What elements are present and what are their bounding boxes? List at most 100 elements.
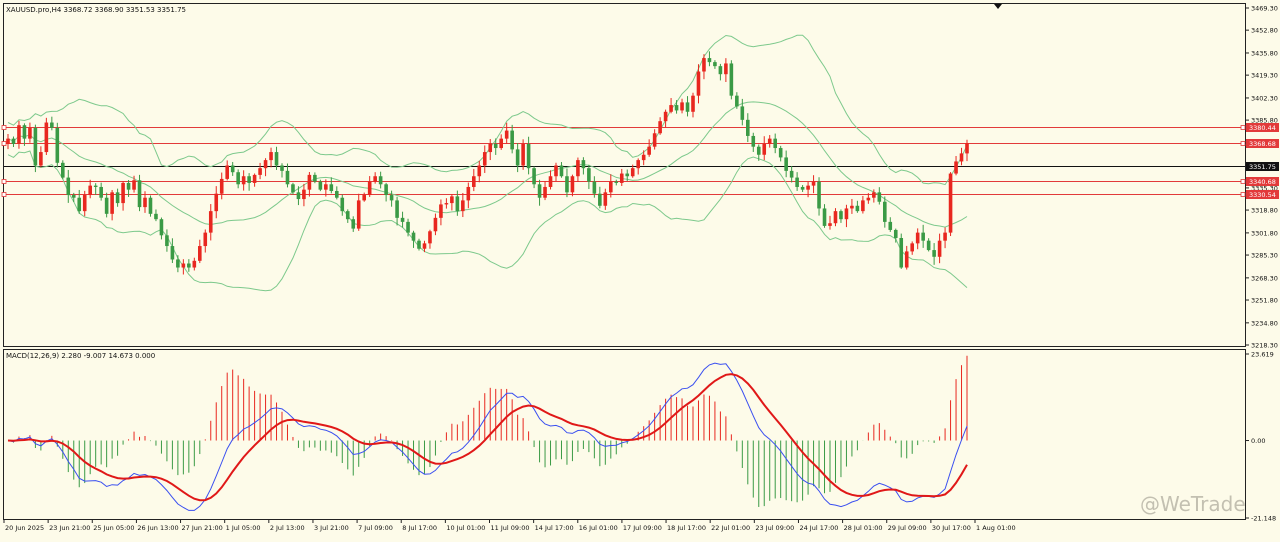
candle	[137, 174, 142, 212]
hline-anchor-0	[1, 125, 7, 130]
candle-body	[543, 186, 547, 198]
candle-body	[417, 240, 421, 249]
time-tick-label: 25 Jun 05:00	[93, 524, 134, 532]
hline-anchor-right-3	[1240, 179, 1246, 184]
candle-body	[252, 174, 257, 183]
candle-body	[910, 243, 914, 252]
price-tick-label: 3435.80	[1251, 49, 1278, 57]
candle-body	[866, 197, 871, 201]
candle-body	[389, 195, 394, 201]
price-tick-label: 3402.30	[1251, 94, 1278, 102]
candle-body	[641, 154, 646, 161]
price-tick-label: 3234.80	[1251, 319, 1278, 327]
candle-body	[395, 200, 399, 218]
candle	[148, 195, 153, 217]
time-tick-label: 26 Jun 13:00	[137, 524, 178, 532]
candle-body	[850, 205, 854, 209]
candle	[44, 117, 49, 155]
candle-body	[559, 165, 564, 177]
candle-body	[521, 144, 525, 166]
time-tick-label: 24 Jul 17:00	[799, 524, 838, 532]
candle-body	[28, 127, 32, 139]
candle-body	[384, 184, 388, 196]
candle-body	[472, 176, 476, 187]
price-tick-label: 3452.80	[1251, 27, 1278, 35]
candle-body	[707, 58, 712, 63]
candle-body	[335, 191, 339, 198]
time-tick-label: 11 Jul 09:00	[491, 524, 530, 532]
candle-body	[735, 95, 739, 107]
candle-body	[493, 144, 498, 149]
symbol-info-label: XAUUSD.pro,H4 3368.72 3368.90 3351.53 33…	[6, 6, 186, 14]
candle-body	[696, 71, 701, 96]
candle-body	[93, 185, 98, 187]
candle-body	[71, 195, 76, 198]
candle-body	[778, 148, 783, 158]
price-tick-label: 3318.80	[1251, 207, 1278, 215]
candle-body	[154, 213, 158, 220]
time-tick-label: 7 Jul 09:00	[358, 524, 393, 532]
candle-body	[899, 237, 904, 268]
candle-body	[313, 174, 317, 182]
candle-body	[932, 250, 936, 257]
candle-body	[795, 177, 799, 187]
time-tick-label: 10 Jul 01:00	[446, 524, 485, 532]
candle-body	[44, 122, 49, 153]
candle-body	[587, 168, 591, 182]
chart-window[interactable]: 3469.30 3452.80 3435.80 3419.30 3402.30 3385.…	[0, 0, 1280, 537]
candle-body	[614, 181, 619, 183]
candle-body	[241, 176, 246, 185]
candle-body	[762, 144, 767, 155]
time-tick-label: 20 Jun 2025	[5, 524, 44, 532]
time-tick-label: 1 Jul 05:00	[226, 524, 261, 532]
candle	[729, 60, 734, 100]
time-tick-label: 8 Jul 17:00	[402, 524, 437, 532]
chart-background	[0, 0, 1280, 537]
candle-body	[609, 181, 613, 193]
chart-svg[interactable]: 3469.303452.803435.803419.303402.303385.…	[0, 0, 1280, 537]
candle-body	[724, 63, 728, 75]
candle-body	[598, 193, 602, 206]
time-tick-label: 30 Jul 17:00	[932, 524, 971, 532]
hline-anchor-right-1	[1240, 141, 1246, 146]
candle-body	[302, 189, 306, 200]
candle-body	[55, 127, 60, 163]
candle-body	[904, 251, 909, 268]
candle-body	[756, 146, 761, 155]
candle-body	[767, 138, 772, 145]
candle-body	[674, 105, 679, 111]
candle-body	[713, 62, 717, 67]
candle-body	[137, 180, 142, 208]
time-tick-label: 1 Aug 01:00	[976, 524, 1016, 532]
macd-info-label: MACD(12,26,9) 2.280 -9.007 14.673 0.000	[6, 352, 155, 360]
candle-body	[943, 232, 947, 241]
candle-body	[619, 173, 624, 183]
price-tick-label: 3218.30	[1251, 342, 1278, 350]
candle-body	[789, 170, 794, 178]
candle-body	[50, 122, 54, 128]
candle-body	[6, 138, 10, 145]
candle-body	[872, 192, 876, 198]
candle-body	[526, 144, 531, 169]
candle-body	[428, 231, 432, 244]
candle-body	[751, 135, 756, 147]
candle-body	[954, 161, 958, 174]
candle-body	[66, 177, 71, 196]
candle-body	[702, 58, 706, 72]
candle-body	[176, 259, 180, 268]
candle-body	[148, 197, 153, 214]
candle-body	[784, 157, 788, 171]
candle-body	[839, 211, 843, 220]
candle-body	[263, 160, 268, 169]
candle-body	[800, 186, 805, 190]
candle-body	[439, 204, 443, 218]
candle-body	[915, 232, 920, 244]
candle-body	[888, 221, 893, 230]
candle-body	[488, 144, 493, 153]
price-tick-label: 3469.30	[1251, 5, 1278, 13]
price-tick-label: 3301.80	[1251, 229, 1278, 237]
candle-body	[663, 111, 668, 122]
candle-body	[603, 192, 608, 206]
macd-tick-label: 23.619	[1251, 351, 1274, 359]
time-tick-label: 23 Jul 09:00	[755, 524, 794, 532]
